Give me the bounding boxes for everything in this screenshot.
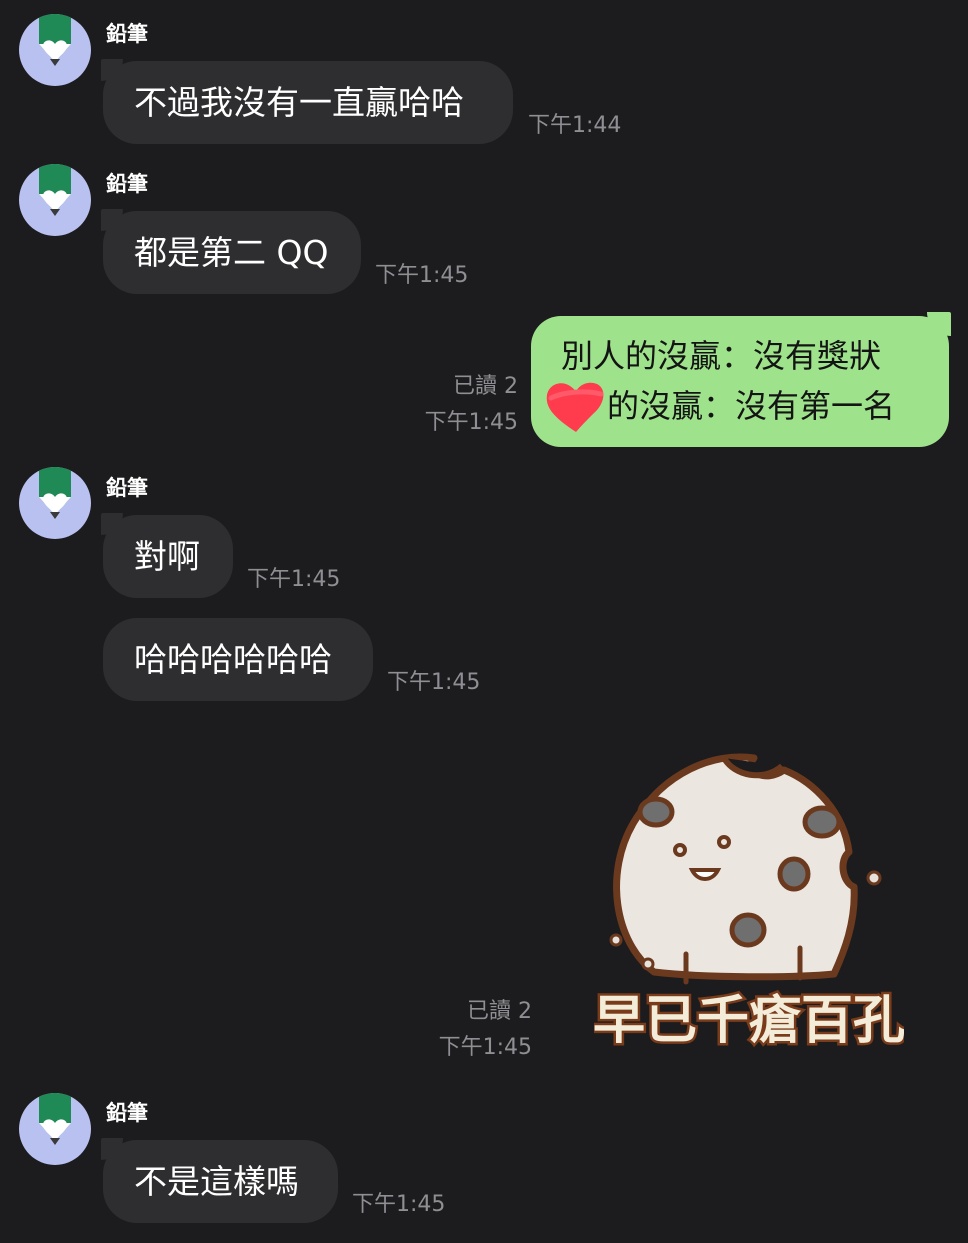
message-text: 都是第二 QQ	[134, 233, 329, 272]
read-status: 已讀 2	[453, 374, 518, 399]
read-status: 已讀 2	[467, 999, 532, 1024]
message-text: 不過我沒有一直贏哈哈	[134, 83, 464, 122]
message-bubble[interactable]: 都是第二 QQ	[101, 209, 361, 294]
message-text: 不是這樣嗎	[134, 1162, 299, 1201]
pencil-heart-icon	[39, 467, 71, 519]
sender-avatar[interactable]	[19, 14, 91, 86]
pencil-heart-icon	[39, 164, 71, 216]
sender-name: 鉛筆	[106, 1101, 148, 1125]
message-time: 下午1:45	[387, 670, 481, 695]
message-time: 下午1:45	[247, 567, 341, 592]
sender-avatar[interactable]	[19, 164, 91, 236]
message-time: 下午1:44	[528, 113, 622, 138]
cookie-character-icon: 早已千瘡百孔	[590, 753, 908, 1054]
message-time: 下午1:45	[352, 1192, 446, 1217]
message-line-1: 別人的沒贏：沒有獎狀	[561, 337, 882, 375]
pencil-heart-icon	[39, 14, 71, 66]
sender-name: 鉛筆	[106, 476, 148, 500]
message-line-2: 的沒贏：沒有第一名	[607, 387, 896, 425]
read-receipt: 已讀 2 下午1:45	[400, 369, 518, 441]
sender-avatar[interactable]	[19, 1093, 91, 1165]
message-bubble[interactable]: 對啊	[101, 513, 233, 598]
read-receipt: 已讀 2 下午1:45	[410, 994, 532, 1066]
pencil-heart-icon	[39, 1093, 71, 1145]
sticker-caption: 早已千瘡百孔	[594, 991, 904, 1051]
message-time: 下午1:45	[438, 1035, 532, 1060]
message-text: 哈哈哈哈哈哈	[134, 640, 332, 679]
message-text: 對啊	[134, 537, 200, 576]
sender-name: 鉛筆	[106, 172, 148, 196]
message-bubble[interactable]: 哈哈哈哈哈哈	[103, 618, 373, 701]
message-bubble[interactable]: 不是這樣嗎	[101, 1138, 338, 1223]
heart-scribble-icon	[546, 382, 604, 432]
sender-name: 鉛筆	[106, 22, 148, 46]
outgoing-message-bubble[interactable]: 別人的沒贏：沒有獎狀 的沒贏：沒有第一名	[531, 312, 951, 447]
message-time: 下午1:45	[424, 410, 518, 435]
message-time: 下午1:45	[375, 263, 469, 288]
cookie-sticker[interactable]: 早已千瘡百孔	[590, 742, 908, 1072]
sender-avatar[interactable]	[19, 467, 91, 539]
message-bubble[interactable]: 不過我沒有一直贏哈哈	[101, 59, 513, 144]
